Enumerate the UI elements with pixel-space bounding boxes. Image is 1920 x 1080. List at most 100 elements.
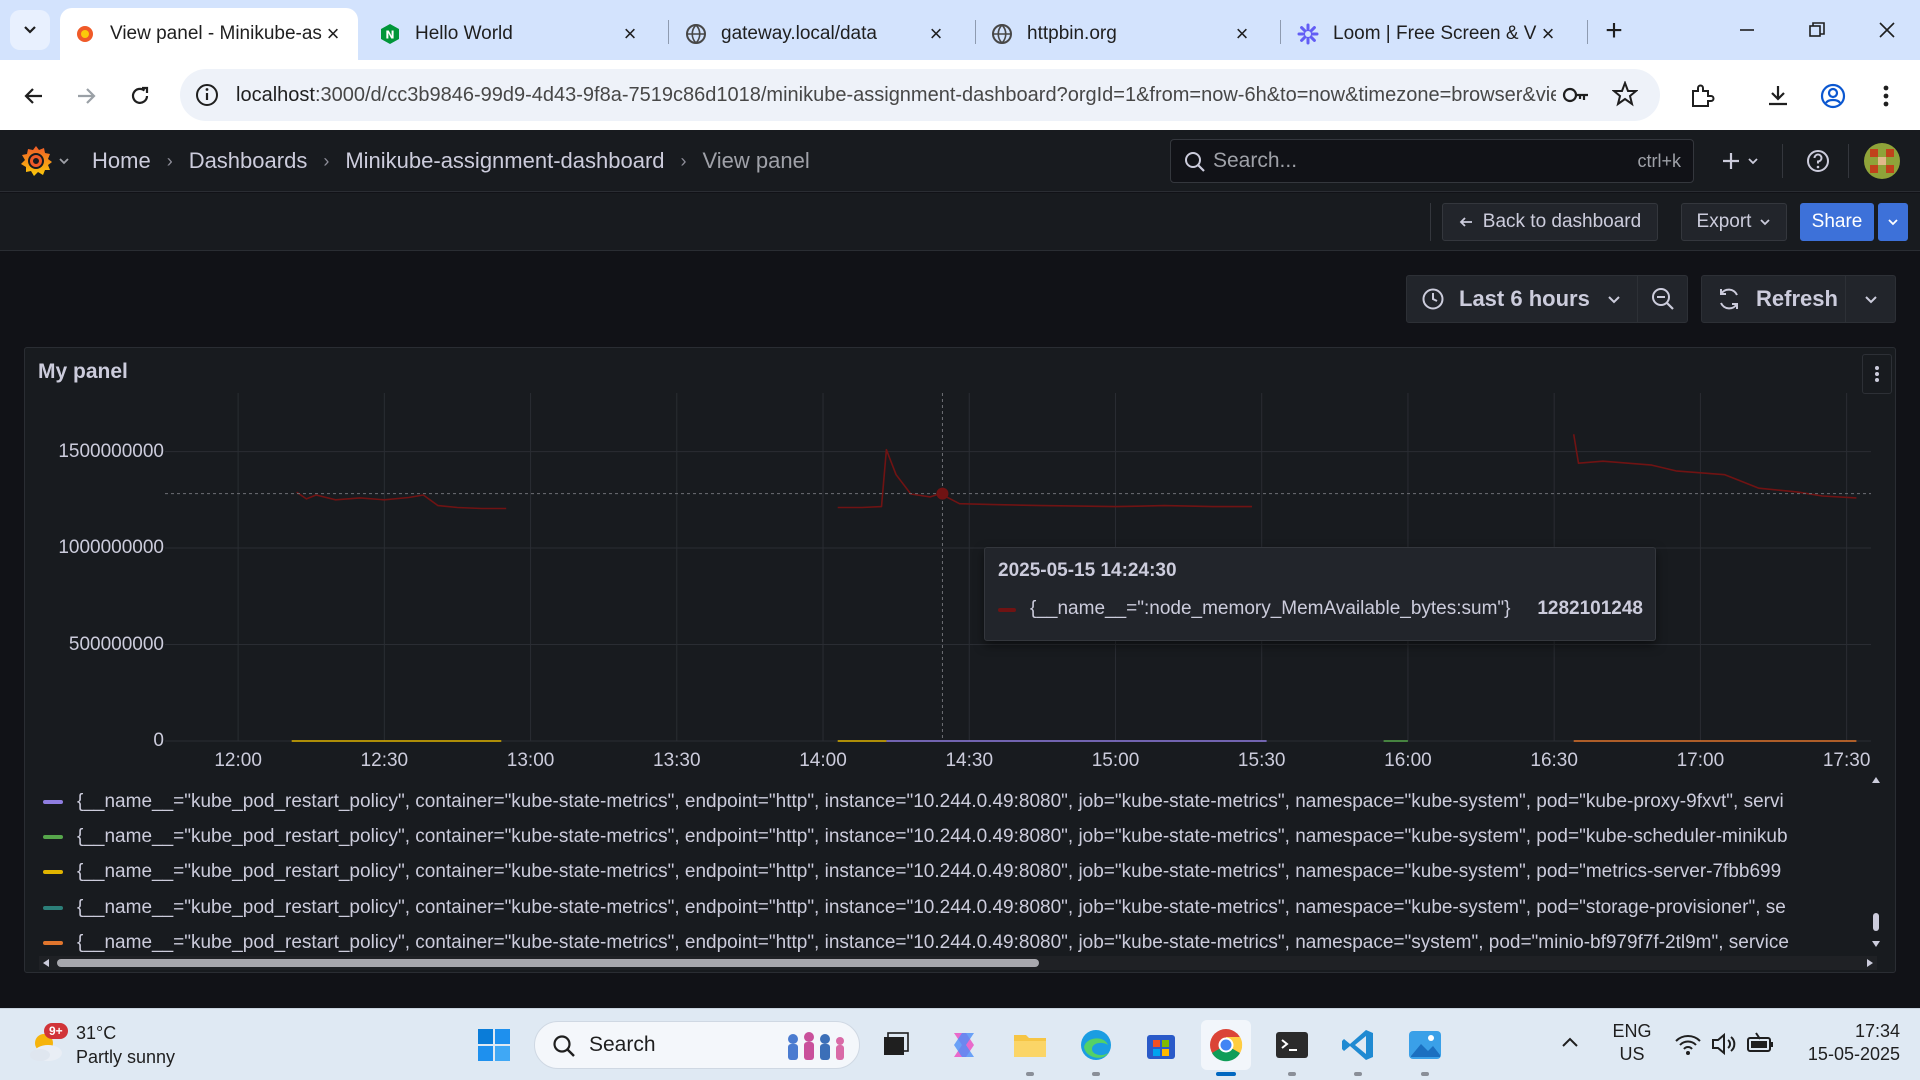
start-button[interactable] (469, 1020, 519, 1070)
grafana-icon (74, 23, 96, 45)
export-button[interactable]: Export (1681, 203, 1787, 241)
new-menu-button[interactable] (1712, 143, 1768, 179)
vscode-app[interactable] (1333, 1020, 1383, 1076)
reload-button[interactable] (120, 76, 160, 116)
chrome-app[interactable] (1201, 1020, 1251, 1076)
dashboard-toolbar: Back to dashboard Export Share (0, 193, 1920, 251)
photos-app[interactable] (1400, 1020, 1450, 1076)
legend-item[interactable]: {__name__="kube_pod_restart_policy", con… (43, 926, 1851, 960)
breadcrumb: Home › Dashboards › Minikube-assignment-… (92, 130, 810, 192)
chevron-down-icon (1608, 296, 1620, 304)
close-icon[interactable]: × (1231, 21, 1253, 46)
tab-search-button[interactable] (10, 10, 50, 50)
tab-loom[interactable]: Loom | Free Screen & Video Recording × (1283, 8, 1573, 60)
share-menu-button[interactable] (1878, 203, 1908, 241)
legend-item[interactable]: {__name__="kube_pod_restart_policy", con… (43, 855, 1851, 889)
tooltip-series-name: {__name__=":node_memory_MemAvailable_byt… (1030, 598, 1511, 619)
battery-icon[interactable] (1746, 1031, 1776, 1062)
legend-item[interactable]: {__name__="kube_pod_restart_policy", con… (43, 820, 1851, 854)
zoom-out-button[interactable] (1637, 275, 1688, 323)
breadcrumb-dashboards[interactable]: Dashboards (189, 148, 308, 174)
windows-logo-icon (478, 1029, 510, 1061)
minimize-button[interactable] (1722, 10, 1772, 50)
copilot-app[interactable] (939, 1020, 989, 1070)
nginx-icon: N (379, 23, 401, 45)
refresh-button[interactable]: Refresh (1701, 275, 1846, 323)
search-highlight-illustration-icon (788, 1032, 844, 1060)
time-range-picker[interactable]: Last 6 hours (1406, 275, 1638, 323)
taskbar-search-box[interactable]: Search (534, 1021, 860, 1069)
new-tab-button[interactable]: + (1597, 14, 1631, 48)
legend-swatch (43, 800, 63, 804)
url-text[interactable]: localhost:3000/d/cc3b9846-99d9-4d43-9f8a… (236, 84, 1556, 107)
profile-icon[interactable] (1813, 76, 1853, 116)
legend-label: {__name__="kube_pod_restart_policy", con… (77, 791, 1784, 812)
user-avatar[interactable] (1864, 143, 1900, 179)
refresh-interval-button[interactable] (1845, 275, 1896, 323)
more-menu-icon[interactable] (1866, 76, 1906, 116)
breadcrumb-dashboard[interactable]: Minikube-assignment-dashboard (345, 148, 664, 174)
tab-grafana-view-panel[interactable]: View panel - Minikube-assignment-dashboa… (60, 8, 358, 60)
store-icon (1147, 1035, 1175, 1059)
folder-icon (1014, 1035, 1046, 1057)
reload-icon (131, 86, 149, 104)
password-key-icon[interactable] (1562, 82, 1590, 113)
star-bookmark-icon[interactable] (1611, 80, 1639, 112)
close-icon[interactable]: × (322, 21, 344, 46)
grafana-search-input[interactable]: Search... ctrl+k (1170, 139, 1694, 183)
legend-label: {__name__="kube_pod_restart_policy", con… (77, 897, 1786, 918)
legend-item[interactable]: {__name__="kube_pod_restart_policy", con… (43, 785, 1851, 819)
legend-vertical-scrollbar[interactable] (1868, 773, 1884, 951)
file-explorer-app[interactable] (1005, 1020, 1055, 1076)
download-icon[interactable] (1758, 76, 1798, 116)
tab-hello-world[interactable]: N Hello World × (365, 8, 655, 60)
chevron-down-icon (1748, 158, 1758, 165)
restore-button[interactable] (1792, 10, 1842, 50)
wifi-icon[interactable] (1674, 1031, 1702, 1062)
url-host: localhost (236, 83, 315, 106)
close-window-button[interactable] (1862, 10, 1912, 50)
close-icon[interactable]: × (619, 21, 641, 46)
volume-icon[interactable] (1710, 1031, 1738, 1062)
tab-title: Loom | Free Screen & Video Recording (1333, 23, 1537, 44)
close-icon[interactable]: × (1537, 21, 1559, 46)
site-info-icon[interactable] (194, 82, 220, 113)
show-hidden-icons-button[interactable] (1560, 1033, 1580, 1058)
tab-gateway-data[interactable]: gateway.local/data × (671, 8, 961, 60)
vscode-icon (1342, 1030, 1373, 1060)
zoom-out-icon (1651, 288, 1674, 310)
grafana-menu-button[interactable] (16, 142, 72, 180)
weather-widget[interactable]: 9+ 31°C Partly sunny (26, 1017, 196, 1073)
browser-tab-strip: View panel - Minikube-assignment-dashboa… (0, 0, 1920, 60)
legend-horizontal-scrollbar[interactable] (39, 956, 1877, 970)
forward-button[interactable] (66, 76, 106, 116)
tab-title: Hello World (415, 23, 513, 44)
extensions-icon[interactable] (1682, 76, 1722, 116)
legend-item[interactable]: {__name__="kube_pod_restart_policy", con… (43, 891, 1851, 925)
close-icon[interactable]: × (925, 21, 947, 46)
edge-app[interactable] (1071, 1020, 1121, 1076)
legend-swatch (43, 835, 63, 839)
back-button[interactable] (14, 76, 54, 116)
back-to-dashboard-button[interactable]: Back to dashboard (1442, 203, 1658, 241)
clock[interactable]: 17:34 15-05-2025 (1792, 1021, 1900, 1065)
url-path: :3000/d/cc3b9846-99d9-4d43-9f8a-7519c86d… (314, 83, 1556, 106)
share-label: Share (1811, 211, 1863, 232)
series-line (837, 448, 1252, 509)
microsoft-store-app[interactable] (1136, 1020, 1186, 1070)
share-button[interactable]: Share (1800, 203, 1874, 241)
language-indicator[interactable]: ENG US (1608, 1021, 1656, 1065)
task-view-button[interactable] (871, 1020, 921, 1070)
help-button[interactable] (1800, 143, 1836, 179)
browser-toolbar: localhost:3000/d/cc3b9846-99d9-4d43-9f8a… (0, 60, 1920, 130)
clock-date: 15-05-2025 (1807, 1044, 1900, 1064)
search-icon (553, 1035, 575, 1057)
breadcrumb-home[interactable]: Home (92, 148, 151, 174)
legend-swatch (43, 870, 63, 874)
chevron-down-icon (1864, 296, 1877, 304)
terminal-app[interactable] (1267, 1020, 1317, 1076)
language-line2: US (1619, 1044, 1645, 1064)
tab-httpbin[interactable]: httpbin.org × (977, 8, 1267, 60)
series-line (1572, 434, 1857, 499)
address-bar[interactable]: localhost:3000/d/cc3b9846-99d9-4d43-9f8a… (180, 69, 1660, 121)
